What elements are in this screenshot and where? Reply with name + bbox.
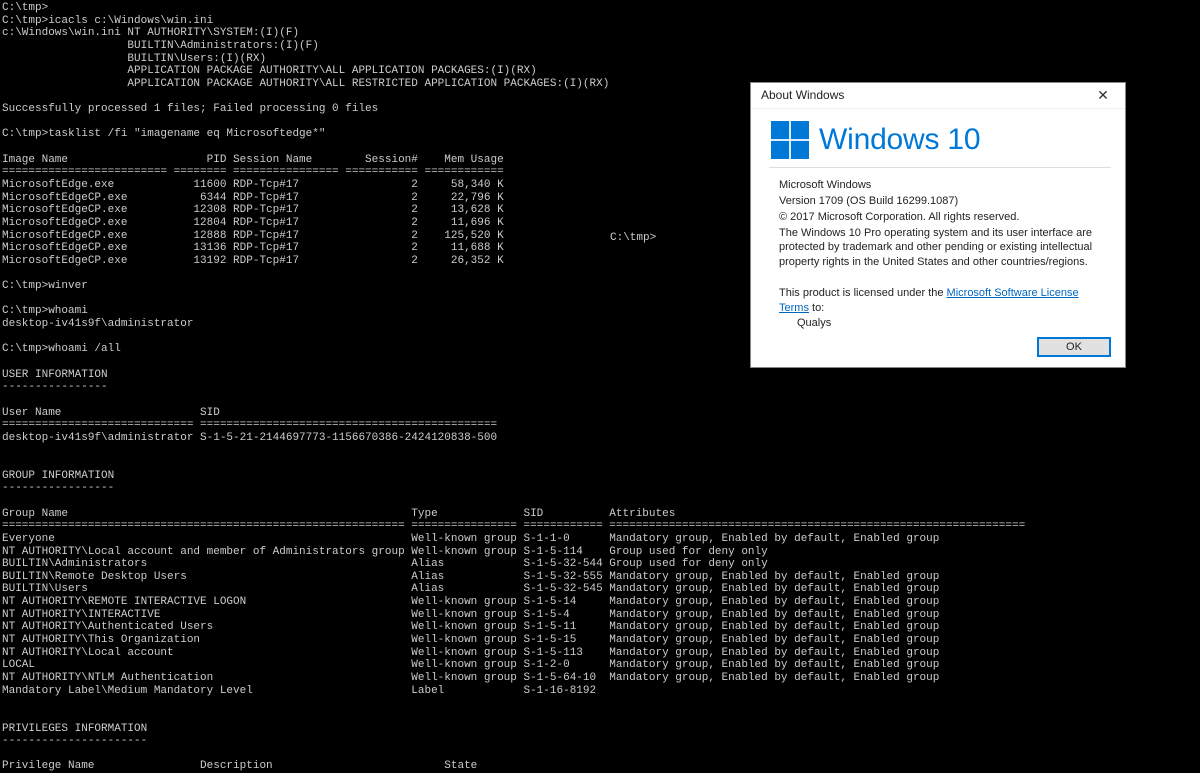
copyright-line: © 2017 Microsoft Corporation. All rights… — [779, 210, 1111, 225]
terminal-prompt-right[interactable]: C:\tmp> — [610, 232, 656, 245]
version-line: Version 1709 (OS Build 16299.1087) — [779, 194, 1111, 209]
trademark-line: The Windows 10 Pro operating system and … — [779, 226, 1111, 271]
version-info: Microsoft Windows Version 1709 (OS Build… — [769, 178, 1111, 270]
license-info: This product is licensed under the Micro… — [769, 286, 1111, 331]
ms-windows-line: Microsoft Windows — [779, 178, 1111, 193]
windows-logo-icon — [771, 121, 809, 159]
license-suffix: to: — [809, 302, 824, 314]
windows-brand-text: Windows 10 — [819, 123, 980, 158]
dialog-body: Windows 10 Microsoft Windows Version 170… — [751, 109, 1125, 339]
dialog-titlebar[interactable]: About Windows ✕ — [751, 83, 1125, 109]
license-prefix: This product is licensed under the — [779, 287, 947, 299]
about-windows-dialog: About Windows ✕ Windows 10 Microsoft Win… — [750, 82, 1126, 368]
close-icon[interactable]: ✕ — [1087, 86, 1119, 106]
windows-brand: Windows 10 — [769, 119, 1111, 168]
dialog-title: About Windows — [761, 89, 1087, 103]
licensee-name: Qualys — [779, 316, 1111, 331]
ok-button[interactable]: OK — [1037, 337, 1111, 357]
